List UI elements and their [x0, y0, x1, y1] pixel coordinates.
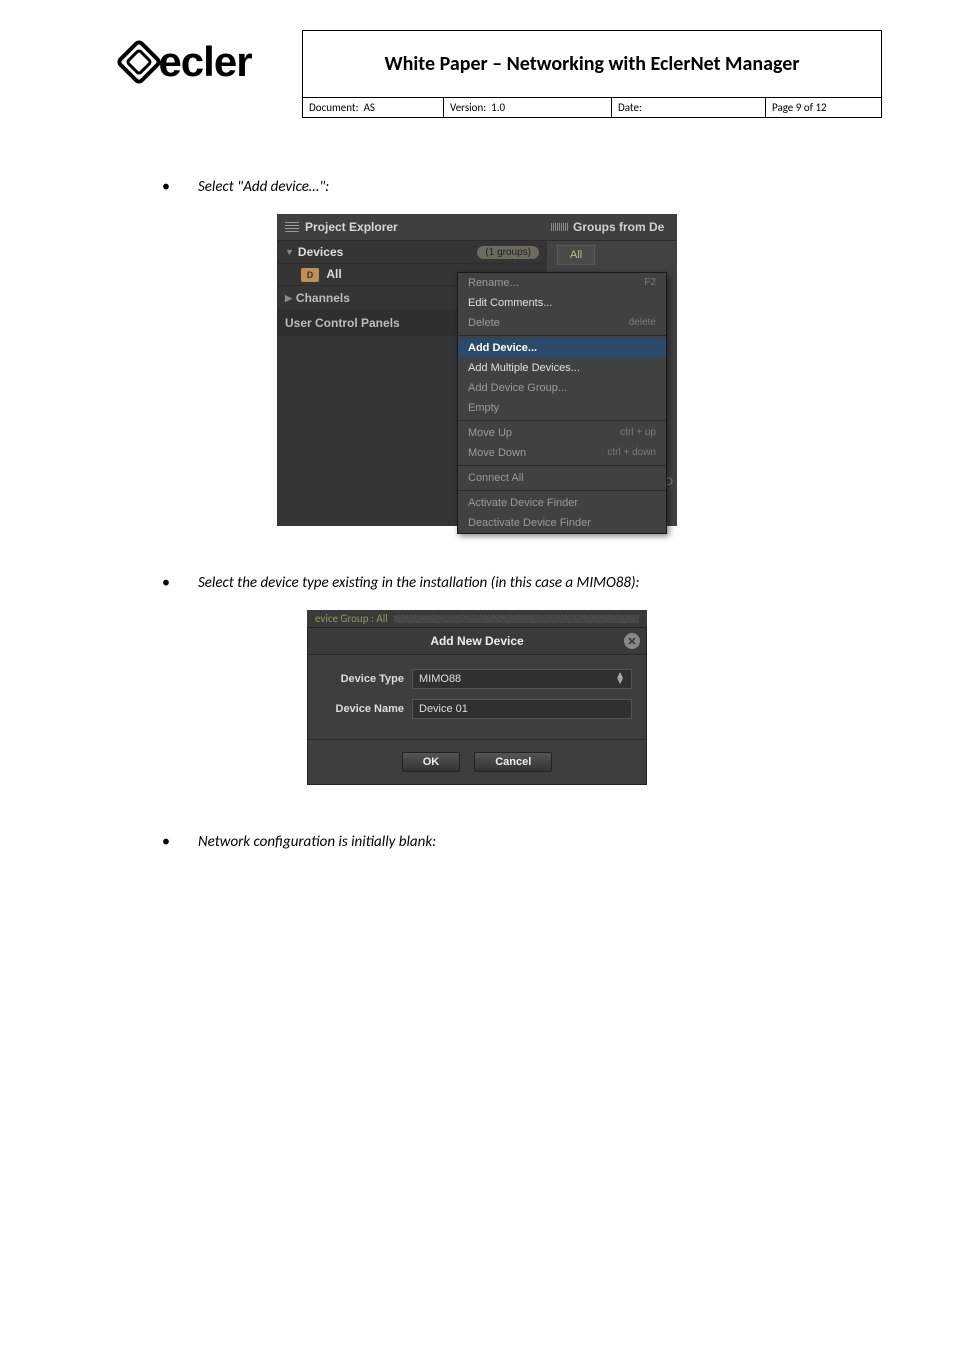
- meta-version: Version: 1.0: [444, 98, 612, 118]
- all-tab[interactable]: All: [557, 245, 595, 265]
- ecler-logo: ecler: [122, 38, 251, 86]
- ctx-separator: [458, 335, 666, 336]
- ctx-delete[interactable]: Delete delete: [458, 313, 666, 333]
- logo-cell: ecler: [72, 30, 302, 98]
- groups-panel-title: Groups from De: [547, 214, 677, 241]
- document-title: White Paper – Networking with EclerNet M…: [302, 30, 882, 98]
- close-icon[interactable]: ✕: [624, 633, 640, 649]
- dialog-title: Add New Device: [430, 634, 523, 648]
- ctx-activate-finder[interactable]: Activate Device Finder: [458, 493, 666, 513]
- dialog-title-bar: Add New Device ✕: [308, 628, 646, 655]
- bullet-1-text: Select "Add device…":: [198, 178, 329, 196]
- ctx-separator: [458, 420, 666, 421]
- ctx-move-down[interactable]: Move Down ctrl + down: [458, 443, 666, 463]
- document-header: ecler White Paper – Networking with Ecle…: [72, 30, 882, 98]
- ctx-move-up[interactable]: Move Up ctrl + up: [458, 423, 666, 443]
- screenshot-add-device-dialog: evice Group : All Add New Device ✕ Devic…: [307, 610, 647, 785]
- logo-icon: [115, 38, 163, 86]
- bullet-1: • Select "Add device…":: [162, 178, 882, 196]
- meta-page: Page 9 of 12: [766, 98, 882, 118]
- ctx-add-device[interactable]: Add Device...: [458, 338, 666, 358]
- project-explorer-title: Project Explorer: [277, 214, 547, 241]
- device-name-label: Device Name: [322, 703, 412, 715]
- ctx-empty[interactable]: Empty: [458, 398, 666, 418]
- groups-count-badge: (1 groups): [477, 246, 539, 259]
- device-type-select[interactable]: MIMO88 ▲▼: [412, 669, 632, 689]
- meta-date: Date:: [612, 98, 766, 118]
- dialog-breadcrumb: evice Group : All: [307, 610, 647, 627]
- panel-grip-icon: [285, 222, 299, 232]
- select-arrows-icon: ▲▼: [615, 673, 625, 685]
- cancel-button[interactable]: Cancel: [474, 752, 552, 772]
- bullet-dot: •: [162, 834, 170, 850]
- bullet-3: • Network configuration is initially bla…: [162, 833, 882, 851]
- logo-text: ecler: [158, 38, 251, 86]
- ctx-connect-all[interactable]: Connect All: [458, 468, 666, 488]
- add-device-dialog: Add New Device ✕ Device Type MIMO88 ▲▼ D…: [307, 627, 647, 785]
- ctx-separator: [458, 490, 666, 491]
- grip-pattern: [394, 615, 639, 623]
- dialog-body: Device Type MIMO88 ▲▼ Device Name Device…: [308, 655, 646, 739]
- ctx-add-multiple[interactable]: Add Multiple Devices...: [458, 358, 666, 378]
- device-type-row: Device Type MIMO88 ▲▼: [322, 669, 632, 689]
- collapse-triangle-icon: ▶: [285, 293, 292, 304]
- device-name-input[interactable]: Device 01: [412, 699, 632, 719]
- meta-document: Document: AS: [302, 98, 444, 118]
- folder-icon: D: [301, 268, 319, 282]
- ctx-separator: [458, 465, 666, 466]
- bullet-3-text: Network configuration is initially blank…: [198, 833, 436, 851]
- ctx-rename[interactable]: Rename... F2: [458, 273, 666, 293]
- expand-triangle-icon: ▼: [285, 247, 294, 257]
- ctx-add-group[interactable]: Add Device Group...: [458, 378, 666, 398]
- bullet-dot: •: [162, 575, 170, 591]
- bullet-2-text: Select the device type existing in the i…: [198, 574, 640, 592]
- ctx-deactivate-finder[interactable]: Deactivate Device Finder: [458, 513, 666, 533]
- device-type-label: Device Type: [322, 673, 412, 685]
- bullet-2: • Select the device type existing in the…: [162, 574, 882, 592]
- panel-grip-icon: [551, 223, 569, 231]
- dialog-buttons: OK Cancel: [308, 739, 646, 784]
- device-name-row: Device Name Device 01: [322, 699, 632, 719]
- context-menu: Rename... F2 Edit Comments... Delete del…: [457, 272, 667, 534]
- tree-devices-row[interactable]: ▼ Devices (1 groups): [277, 241, 547, 264]
- ok-button[interactable]: OK: [402, 752, 461, 772]
- screenshot-project-explorer: Project Explorer ▼ Devices (1 groups) D …: [277, 214, 677, 526]
- document-meta-row: Document: AS Version: 1.0 Date: Page 9 o…: [302, 98, 882, 118]
- bullet-dot: •: [162, 179, 170, 195]
- ctx-edit-comments[interactable]: Edit Comments...: [458, 293, 666, 313]
